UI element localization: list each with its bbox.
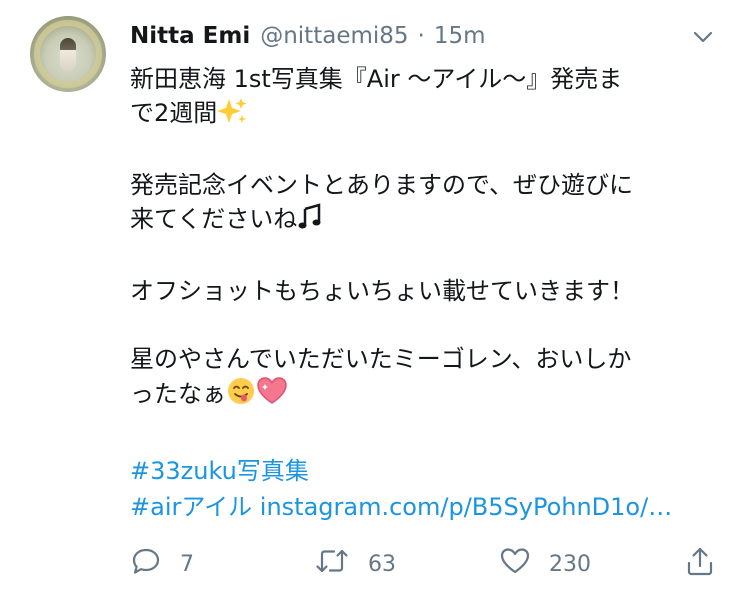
action-bar: 7 63 230 <box>130 544 730 584</box>
hashtag-block: #33zuku写真集 #airアイル instagram.com/p/B5SyP… <box>130 453 672 525</box>
paragraph-2: 発売記念イベントとありますので、ぜひ遊びに 来てくださいね <box>130 168 730 240</box>
share-button[interactable] <box>684 544 716 584</box>
heart-icon <box>499 545 531 583</box>
avatar-person <box>60 38 76 72</box>
retweet-button[interactable]: 63 <box>314 544 396 584</box>
like-button[interactable]: 230 <box>499 544 591 584</box>
hashtag-33zuku[interactable]: #33zuku写真集 <box>130 457 309 485</box>
hashtag-airairu[interactable]: #airアイル <box>130 493 252 521</box>
text-line-7: ったなぁ <box>130 380 226 408</box>
sparkling-heart-icon <box>256 376 288 415</box>
like-count: 230 <box>549 551 591 577</box>
text-line-1: 新田恵海 1st写真集『Air 〜アイル〜』発売ま <box>130 65 623 93</box>
retweet-icon <box>314 545 350 583</box>
text-line-4: 来てくださいね <box>130 205 298 233</box>
separator-dot: · <box>417 23 425 49</box>
avatar[interactable] <box>30 16 106 92</box>
tweet-text: 新田恵海 1st写真集『Air 〜アイル〜』発売ま で2週間 発売記念イベントと… <box>130 62 730 415</box>
timestamp[interactable]: 15m <box>434 23 486 49</box>
text-line-3: 発売記念イベントとありますので、ぜひ遊びに <box>130 171 634 199</box>
sparkles-icon <box>217 97 247 134</box>
paragraph-1: 新田恵海 1st写真集『Air 〜アイル〜』発売ま で2週間 <box>130 62 730 134</box>
share-icon <box>684 545 716 583</box>
chevron-down-icon[interactable] <box>690 24 716 50</box>
paragraph-3: オフショットもちょいちょい載せていきます！ <box>130 274 730 308</box>
text-line-2: で2週間 <box>130 99 218 127</box>
user-handle[interactable]: @nittaemi85 <box>260 23 408 49</box>
reply-icon <box>130 545 162 583</box>
text-line-5: オフショットもちょいちょい載せていきます！ <box>130 277 634 305</box>
reply-count: 7 <box>180 551 194 577</box>
display-name[interactable]: Nitta Emi <box>130 23 250 49</box>
instagram-link[interactable]: instagram.com/p/B5SyPohnD1o/… <box>260 493 672 521</box>
yum-face-icon <box>226 376 256 415</box>
music-notes-icon <box>297 203 323 240</box>
text-line-6: 星のやさんでいただいたミーゴレン、おいしか <box>130 345 632 373</box>
retweet-count: 63 <box>368 551 396 577</box>
tweet-header: Nitta Emi @nittaemi85 · 15m <box>130 20 486 52</box>
paragraph-4: 星のやさんでいただいたミーゴレン、おいしか ったなぁ <box>130 342 730 415</box>
reply-button[interactable]: 7 <box>130 544 194 584</box>
